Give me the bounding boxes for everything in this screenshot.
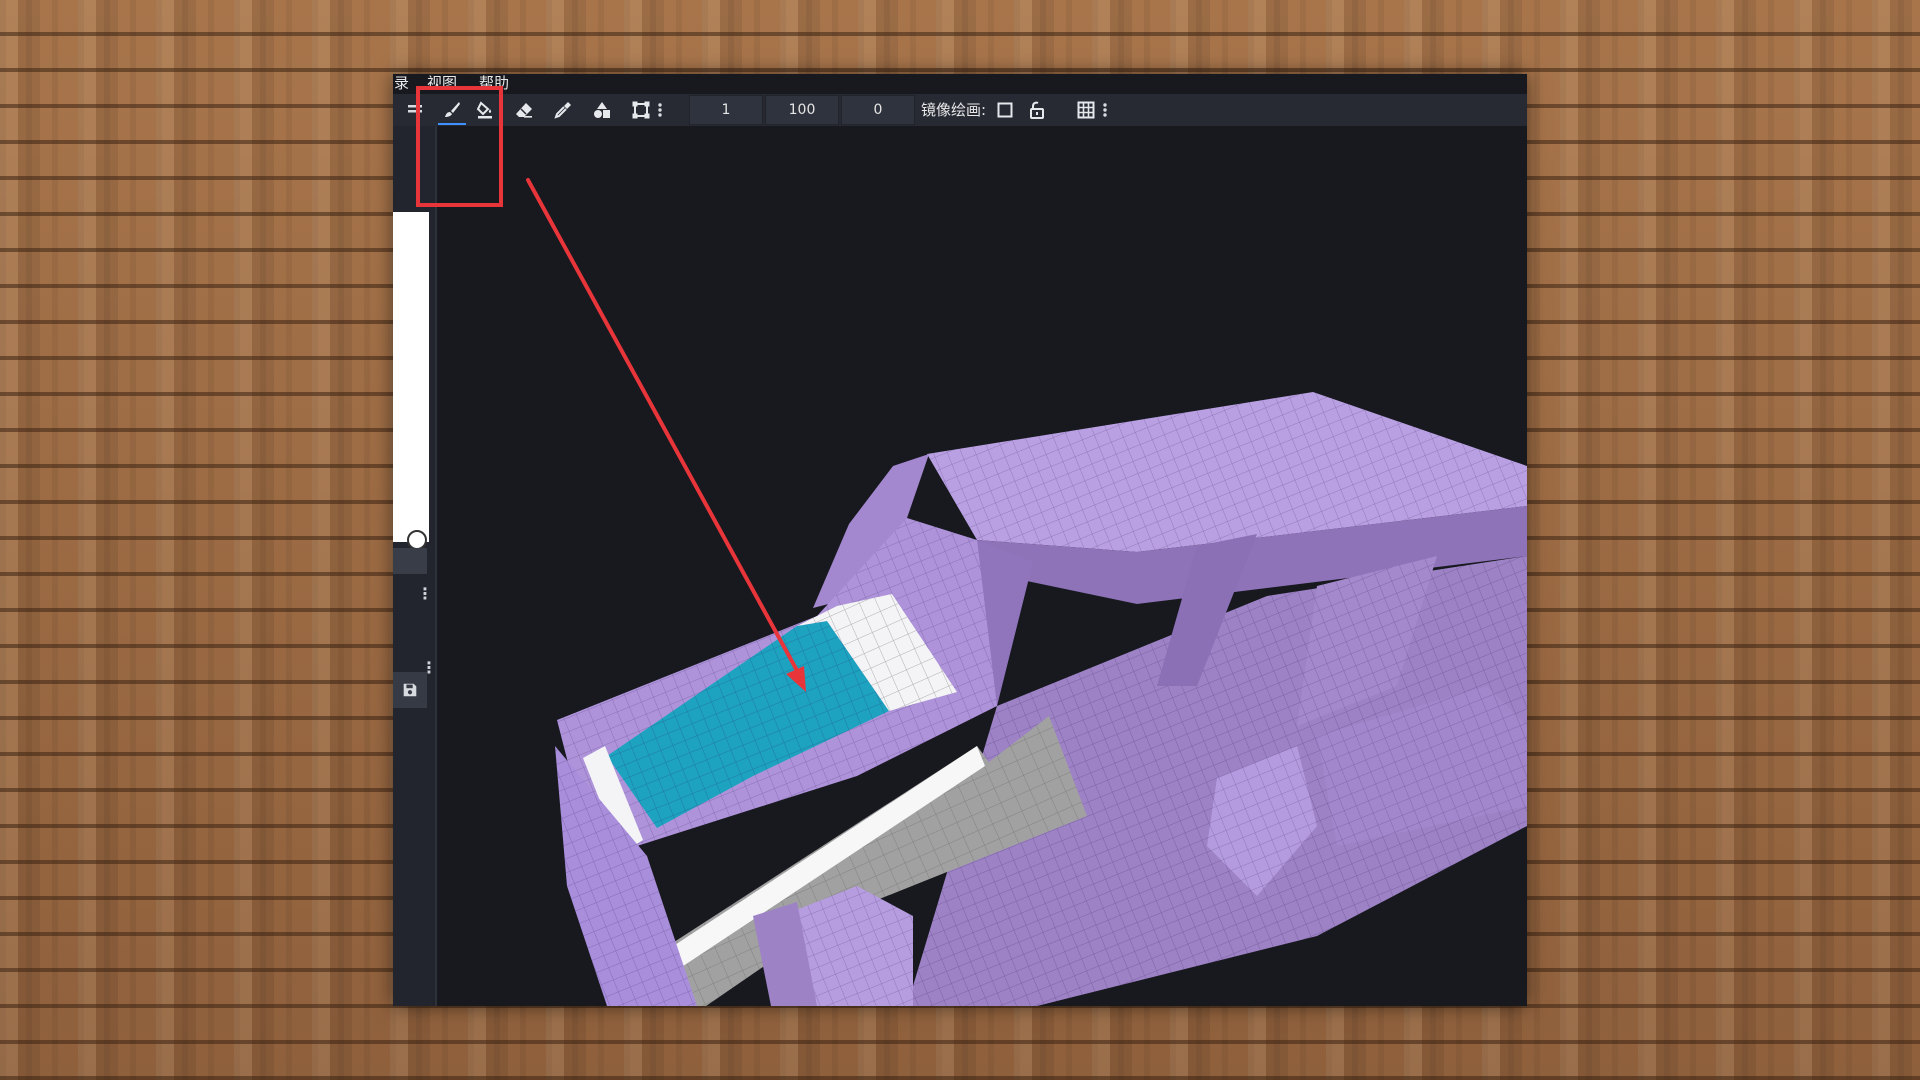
menu-item-record[interactable]: 录 [394, 74, 409, 93]
color-picker-icon[interactable] [549, 97, 577, 123]
eraser-icon[interactable] [510, 97, 538, 123]
app-window: 录 视图 帮助 镜像绘画: [393, 74, 1527, 1006]
mirror-paint-label: 镜像绘画: [921, 101, 987, 119]
color-slider-strip[interactable] [393, 212, 429, 542]
paint-toolbar: 镜像绘画: [393, 94, 1527, 126]
grid-icon[interactable] [1072, 97, 1100, 123]
brush-softness-input[interactable] [841, 95, 915, 125]
panel-more-icon[interactable]: ⋮ [417, 586, 433, 602]
brush-size-input[interactable] [689, 95, 763, 125]
menu-bar: 录 视图 帮助 [393, 74, 1527, 94]
annotation-highlight-box [416, 86, 503, 207]
mirror-paint-checkbox[interactable] [991, 97, 1019, 123]
left-side-panel: ⋮ ⋮ [393, 126, 437, 1006]
more-tools-icon[interactable] [653, 97, 667, 123]
shape-tool-icon[interactable] [588, 97, 616, 123]
color-swatch[interactable] [393, 548, 427, 574]
more-options-icon[interactable] [1098, 97, 1112, 123]
lock-open-icon[interactable] [1023, 97, 1051, 123]
3d-model-viewport[interactable] [437, 126, 1527, 1006]
save-button[interactable] [393, 672, 427, 708]
save-icon [403, 683, 417, 697]
brush-opacity-input[interactable] [765, 95, 839, 125]
color-slider-knob[interactable] [407, 530, 427, 550]
transform-icon[interactable] [627, 97, 655, 123]
car-model [555, 392, 1527, 1006]
